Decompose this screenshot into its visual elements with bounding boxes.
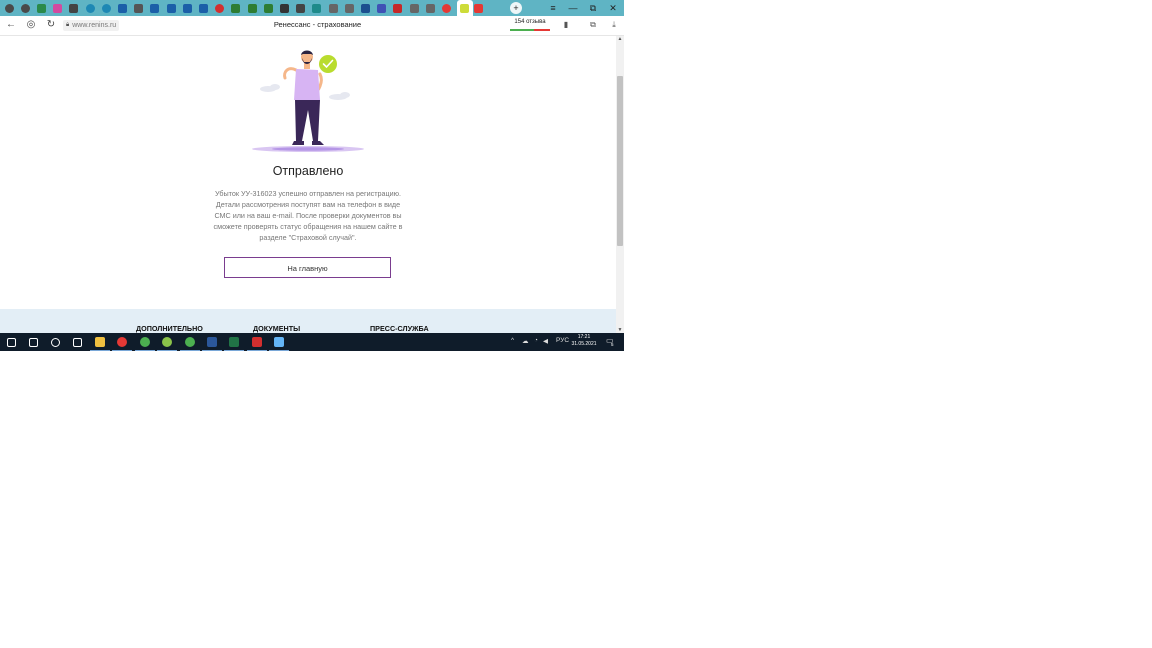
excel-icon[interactable] [224, 336, 244, 351]
success-line: сможете проверять статус обращения на на… [213, 222, 403, 231]
clock[interactable]: 17:21 31.05.2021 [566, 334, 602, 348]
circle-icon[interactable] [84, 2, 96, 14]
tab-strip: + ≡ — ⧉ ✕ [0, 0, 624, 16]
monitor-icon[interactable] [149, 2, 161, 14]
table-icon[interactable] [246, 2, 258, 14]
notification-count: 5 [611, 342, 614, 347]
download-icon[interactable]: ⤓ [609, 20, 619, 30]
footer-link-additional[interactable]: ДОПОЛНИТЕЛЬНО [136, 324, 203, 333]
page-content: Отправлено Убыток УУ-316023 успешно отпр… [0, 36, 616, 333]
flag-icon[interactable] [473, 2, 485, 14]
red-dot-icon[interactable] [214, 2, 226, 14]
chart-icon[interactable] [278, 2, 290, 14]
document-icon[interactable] [68, 2, 80, 14]
page-icon[interactable] [295, 2, 307, 14]
close-icon[interactable]: ✕ [607, 2, 619, 14]
success-line: СМС или на ваш e-mail. После проверки до… [214, 211, 402, 220]
translate-icon[interactable]: ⧉ [588, 20, 598, 30]
footer-link-documents[interactable]: ДОКУМЕНТЫ [253, 324, 300, 333]
flag-icon[interactable] [376, 2, 388, 14]
success-title: Отправлено [272, 164, 344, 178]
new-tab-button[interactable]: + [510, 2, 522, 14]
bookmark-icon[interactable]: ▮ [561, 20, 571, 30]
yandex-icon[interactable] [440, 2, 452, 14]
folder-icon[interactable] [90, 336, 110, 351]
gear-icon[interactable] [343, 2, 355, 14]
url-text: www.renins.ru [72, 22, 117, 29]
clock-time: 17:21 [577, 334, 591, 340]
scroll-up-icon[interactable]: ▲ [616, 36, 624, 42]
success-message: Убыток УУ-316023 успешно отправлен на ре… [205, 188, 411, 243]
outlook-icon[interactable] [197, 2, 209, 14]
taskbar: ^ ☁ ◔ ◀ РУС 17:21 31.05.2021 ▭ 5 [0, 333, 624, 351]
task-view-icon[interactable] [71, 336, 83, 348]
screen: + ≡ — ⧉ ✕ ← ◎ ↻ 🔒︎ www.renins.ru Ренессанс -… [0, 0, 624, 351]
m-icon[interactable] [181, 2, 193, 14]
lock-icon: 🔒︎ [66, 22, 70, 28]
page-title: Ренессанс - страхование [273, 20, 362, 29]
restore-icon[interactable]: ⧉ [587, 2, 599, 14]
word-icon[interactable] [202, 336, 222, 351]
pinterest-icon[interactable] [52, 2, 64, 14]
gear-icon[interactable] [424, 2, 436, 14]
volume-icon[interactable]: ◀ [543, 337, 548, 345]
x-icon[interactable] [165, 2, 177, 14]
v-icon[interactable] [311, 2, 323, 14]
success-illustration [252, 50, 364, 152]
reviews-label: 154 отзыва [514, 19, 546, 25]
scroll-thumb[interactable] [617, 76, 623, 246]
tag-icon[interactable] [133, 2, 145, 14]
table-icon[interactable] [230, 2, 242, 14]
book-icon[interactable] [392, 2, 404, 14]
scrollbar[interactable]: ▲ ▼ [616, 36, 624, 333]
chevron-up-icon[interactable]: ^ [511, 337, 514, 344]
minimize-icon[interactable]: — [567, 2, 579, 14]
app-icon[interactable] [180, 336, 200, 351]
app-icon[interactable] [157, 336, 177, 351]
reload-icon[interactable]: ↻ [45, 19, 57, 31]
circle-icon[interactable] [100, 2, 112, 14]
footer-link-press[interactable]: ПРЕСС-СЛУЖБА [370, 324, 429, 333]
monitor-icon[interactable] [116, 2, 128, 14]
yandex-browser-icon[interactable] [112, 336, 132, 351]
reviews-badge[interactable]: 154 отзыва [510, 19, 550, 31]
opera-icon[interactable] [19, 2, 31, 14]
vk-icon[interactable] [35, 2, 47, 14]
address-bar: ← ◎ ↻ 🔒︎ www.renins.ru Ренессанс - страх… [0, 16, 624, 36]
url-field[interactable]: 🔒︎ www.renins.ru [63, 20, 120, 31]
back-icon[interactable]: ← [5, 19, 17, 31]
acrobat-icon[interactable] [247, 336, 267, 351]
success-line: разделе "Страховой случай". [259, 233, 357, 242]
menu-icon[interactable]: ≡ [547, 2, 559, 14]
home-button[interactable]: На главную [224, 257, 391, 278]
cortana-icon[interactable] [49, 336, 61, 348]
opera-icon[interactable] [3, 2, 15, 14]
success-line: Убыток УУ-316023 успешно отправлен на ре… [214, 189, 402, 198]
chrome-icon[interactable] [135, 336, 155, 351]
screen-icon[interactable] [269, 336, 289, 351]
gear-icon[interactable] [327, 2, 339, 14]
network-icon[interactable]: ◔ [534, 337, 538, 344]
windows-icon[interactable] [5, 336, 17, 348]
table-icon[interactable] [262, 2, 274, 14]
rating-bar [510, 29, 550, 31]
footer: ДОПОЛНИТЕЛЬНО ДОКУМЕНТЫ ПРЕСС-СЛУЖБА [0, 309, 616, 333]
clock-date: 31.05.2021 [571, 341, 597, 347]
search-icon[interactable] [27, 336, 39, 348]
chart-icon[interactable] [359, 2, 371, 14]
success-line: Детали рассмотрения поступят вам на теле… [215, 200, 401, 209]
cloud-icon[interactable]: ☁ [522, 337, 529, 345]
account-icon[interactable]: ◎ [25, 19, 37, 31]
renins-icon[interactable] [456, 0, 473, 16]
gear-icon[interactable] [408, 2, 420, 14]
